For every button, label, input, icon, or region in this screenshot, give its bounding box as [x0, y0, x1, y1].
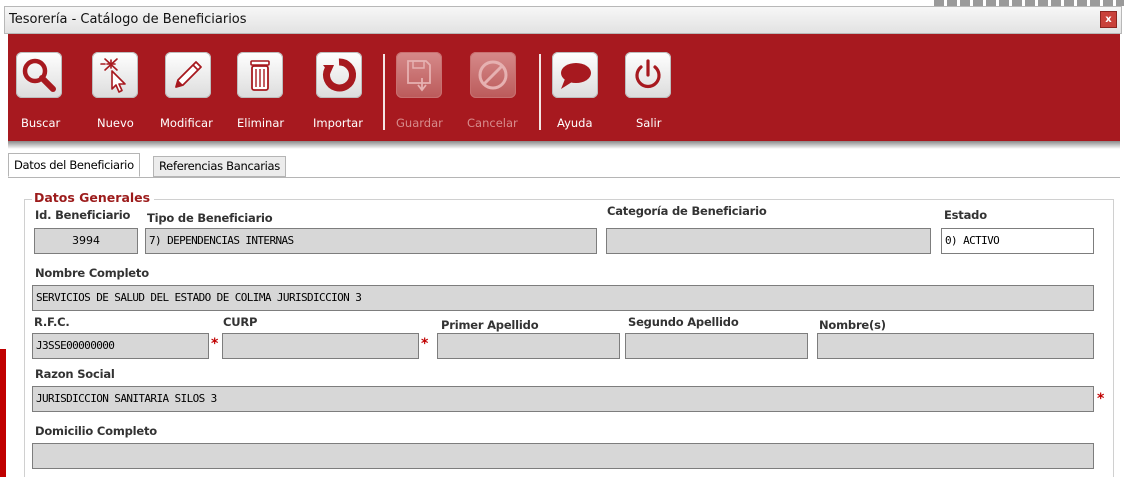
tab-label: Referencias Bancarias — [159, 159, 280, 173]
salir-label: Salir — [636, 116, 662, 130]
guardar-button[interactable] — [396, 52, 442, 98]
tab-strip: Datos del Beneficiario Referencias Banca… — [8, 153, 1120, 177]
cancel-circle-icon — [478, 60, 508, 90]
toolbar-separator — [383, 54, 385, 130]
eliminar-label: Eliminar — [237, 116, 285, 130]
primer-apellido-label: Primer Apellido — [441, 318, 539, 332]
curp-required-mark: * — [421, 336, 429, 352]
estado-label: Estado — [944, 208, 987, 222]
toolbar-separator — [539, 54, 541, 130]
domicilio-completo-label: Domicilio Completo — [35, 424, 158, 438]
rfc-required-mark: * — [211, 336, 219, 352]
new-sparkle-cursor-icon — [100, 58, 126, 93]
window-title: Tesorería - Catálogo de Beneficiarios — [9, 12, 247, 27]
nombres-field[interactable] — [817, 333, 1094, 359]
guardar-label: Guardar — [396, 116, 443, 130]
magnifier-icon — [22, 58, 56, 92]
segundo-apellido-label: Segundo Apellido — [628, 315, 739, 329]
cancelar-label: Cancelar — [467, 116, 518, 130]
estado-field[interactable]: 0) ACTIVO — [941, 228, 1094, 254]
toolbar: Buscar Nuevo Modificar Eliminar Importar… — [8, 34, 1120, 141]
nuevo-button[interactable] — [92, 52, 138, 98]
ayuda-button[interactable] — [552, 52, 598, 98]
tab-datos-beneficiario[interactable]: Datos del Beneficiario — [8, 153, 140, 177]
trash-can-icon — [250, 60, 270, 91]
tab-referencias-bancarias[interactable]: Referencias Bancarias — [153, 156, 286, 177]
power-icon — [635, 59, 661, 89]
buscar-button[interactable] — [16, 52, 62, 98]
segundo-apellido-field[interactable] — [625, 333, 808, 359]
importar-label: Importar — [313, 116, 363, 130]
id-beneficiario-label: Id. Beneficiario — [35, 208, 131, 222]
tipo-beneficiario-field[interactable]: 7) DEPENDENCIAS INTERNAS — [145, 228, 597, 254]
modificar-button[interactable] — [165, 52, 211, 98]
rfc-field[interactable]: J3SSE00000000 — [32, 333, 209, 359]
pencil-icon — [175, 61, 202, 88]
salir-button[interactable] — [625, 52, 671, 98]
nombres-label: Nombre(s) — [819, 318, 886, 332]
razon-social-required-mark: * — [1097, 391, 1105, 407]
domicilio-completo-field[interactable] — [32, 443, 1094, 469]
modificar-label: Modificar — [160, 116, 213, 130]
id-beneficiario-field[interactable]: 3994 — [34, 228, 138, 254]
speech-bubble-icon — [561, 63, 591, 89]
toolbar-shadow — [8, 141, 1120, 149]
background-window-edge — [0, 349, 6, 477]
close-icon: x — [1105, 14, 1112, 25]
categoria-beneficiario-field[interactable] — [606, 228, 931, 254]
tipo-beneficiario-label: Tipo de Beneficiario — [147, 211, 273, 225]
nuevo-label: Nuevo — [97, 116, 134, 130]
cancelar-button[interactable] — [470, 52, 516, 98]
nombre-completo-field[interactable]: SERVICIOS DE SALUD DEL ESTADO DE COLIMA … — [32, 285, 1094, 311]
eliminar-button[interactable] — [237, 52, 283, 98]
buscar-label: Buscar — [21, 116, 61, 130]
razon-social-label: Razon Social — [35, 367, 115, 381]
tab-divider — [8, 177, 1120, 178]
curp-field[interactable] — [222, 333, 419, 359]
window-titlebar: Tesorería - Catálogo de Beneficiarios x — [4, 6, 1122, 34]
close-button[interactable]: x — [1100, 11, 1117, 28]
nombre-completo-label: Nombre Completo — [35, 266, 149, 280]
categoria-beneficiario-label: Categoría de Beneficiario — [607, 204, 767, 218]
razon-social-field[interactable]: JURISDICCION SANITARIA SILOS 3 — [32, 386, 1094, 412]
tab-label: Datos del Beneficiario — [14, 158, 134, 172]
rfc-label: R.F.C. — [34, 315, 70, 329]
importar-button[interactable] — [316, 52, 362, 98]
ayuda-label: Ayuda — [557, 116, 593, 130]
import-refresh-icon — [323, 58, 357, 92]
primer-apellido-field[interactable] — [437, 333, 620, 359]
curp-label: CURP — [223, 315, 258, 329]
save-disk-icon — [407, 60, 431, 92]
group-title: Datos Generales — [32, 190, 155, 205]
